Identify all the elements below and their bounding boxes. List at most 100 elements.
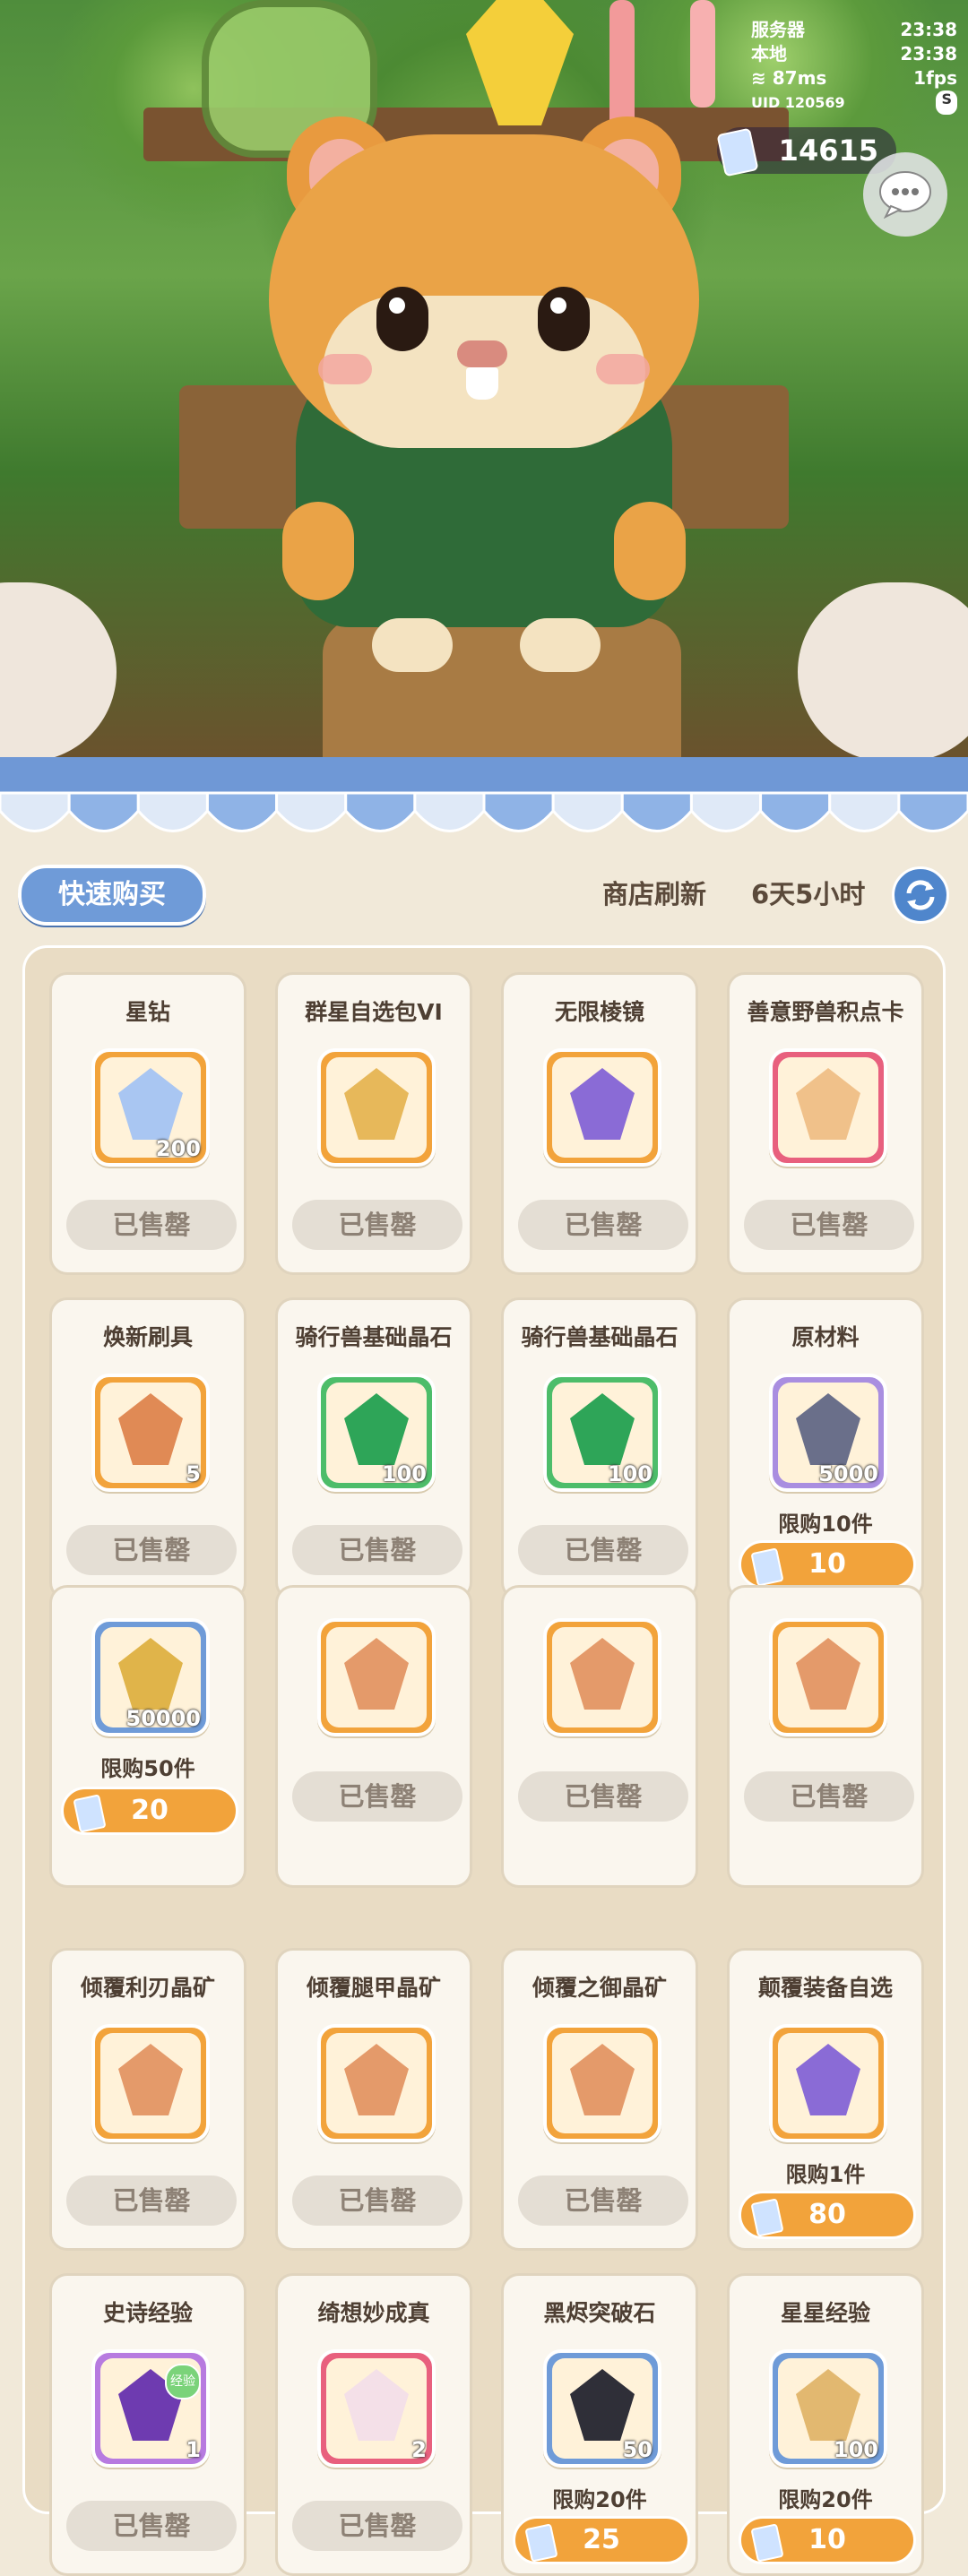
shop-item-card[interactable]: 善意野兽积点卡已售罄 xyxy=(727,972,924,1275)
buy-price-button[interactable]: 80 xyxy=(739,2191,916,2239)
sold-out-button: 已售罄 xyxy=(66,2501,237,2551)
item-icon-frame: 经验 1 xyxy=(91,2349,210,2468)
uid: UID 120569 xyxy=(751,94,845,111)
shop-item-card[interactable]: 无限棱镜 已售罄 xyxy=(501,972,698,1275)
server-time: 23:38 xyxy=(900,19,957,40)
chat-bubble-icon xyxy=(879,171,931,219)
item-icon-frame xyxy=(543,1618,661,1736)
buy-price-button[interactable]: 10 xyxy=(739,1540,916,1589)
hamster-tooth xyxy=(466,367,498,400)
shop-item-card[interactable]: 50000 限购50件 20 xyxy=(49,1585,246,1888)
item-quantity: 5 xyxy=(186,1461,201,1486)
item-icon-frame: 100 xyxy=(543,1374,661,1492)
purchase-limit: 限购50件 xyxy=(100,1756,195,1781)
awning-scallop xyxy=(0,791,71,832)
awning-scallop xyxy=(897,791,968,832)
item-name: 群星自选包VI xyxy=(305,999,443,1025)
shop-item-card[interactable]: 绮想妙成真 2 已售罄 xyxy=(275,2273,472,2576)
uid-badge: S xyxy=(936,90,957,115)
sold-out-button: 已售罄 xyxy=(66,1200,237,1250)
chat-button[interactable] xyxy=(863,152,947,237)
shop-item-card[interactable]: 骑行兽基础晶石 100 已售罄 xyxy=(275,1297,472,1600)
hamster-cheek xyxy=(318,354,372,384)
sold-out-button: 已售罄 xyxy=(518,1771,688,1822)
hamster-cheek xyxy=(596,354,650,384)
sold-out-button: 已售罄 xyxy=(518,1200,688,1250)
shop-refresh-label: 商店刷新 xyxy=(602,879,707,909)
test-tube xyxy=(609,0,635,134)
status-hud: 服务器 23:38 本地 23:38 ≋ 87ms 1fps UID 120569 S xyxy=(751,18,957,115)
shop-item-card[interactable]: 已售罄 xyxy=(275,1585,472,1888)
wifi-icon: ≋ xyxy=(751,67,773,89)
item-name: 倾覆腿甲晶矿 xyxy=(306,1975,441,2001)
price-value: 80 xyxy=(808,2199,846,2230)
ticket-icon xyxy=(750,1547,784,1587)
item-name: 原材料 xyxy=(791,1324,860,1350)
ticket-icon xyxy=(73,1794,107,1833)
shop-item-card[interactable]: 骑行兽基础晶石 100 已售罄 xyxy=(501,1297,698,1600)
item-name: 颠覆装备自选 xyxy=(757,1975,893,2001)
refresh-button[interactable] xyxy=(892,866,949,924)
local-time: 23:38 xyxy=(900,43,957,65)
buy-price-button[interactable]: 25 xyxy=(513,2516,690,2564)
hamster-eye xyxy=(538,287,590,351)
item-icon-frame xyxy=(543,1048,661,1167)
shop-item-card[interactable]: 倾覆之御晶矿已售罄 xyxy=(501,1948,698,2251)
item-quantity: 50 xyxy=(622,2437,653,2462)
sold-out-button: 已售罄 xyxy=(744,1200,914,1250)
test-tube xyxy=(690,0,715,108)
item-icon-frame xyxy=(769,1618,887,1736)
item-name: 善意野兽积点卡 xyxy=(747,999,904,1025)
sold-out-button: 已售罄 xyxy=(66,2175,237,2226)
sold-out-button: 已售罄 xyxy=(292,2175,462,2226)
item-name: 骑行兽基础晶石 xyxy=(295,1324,453,1350)
sold-out-button: 已售罄 xyxy=(292,1200,462,1250)
sold-out-button: 已售罄 xyxy=(744,1771,914,1822)
item-name: 星星经验 xyxy=(780,2300,870,2326)
quick-buy-button[interactable]: 快速购买 xyxy=(18,865,206,926)
item-name: 倾覆之御晶矿 xyxy=(532,1975,667,2001)
shop-item-card[interactable]: 倾覆腿甲晶矿已售罄 xyxy=(275,1948,472,2251)
shop-item-card[interactable]: 已售罄 xyxy=(501,1585,698,1888)
shop-item-card[interactable]: 黑烬突破石 50 限购20件 25 xyxy=(501,2273,698,2576)
shop-item-card[interactable]: 倾覆利刃晶矿已售罄 xyxy=(49,1948,246,2251)
shop-item-card[interactable]: 原材料 5000 限购10件 10 xyxy=(727,1297,924,1600)
currency-amount: 14615 xyxy=(778,134,878,168)
item-name: 焕新刷具 xyxy=(102,1324,193,1350)
item-icon-frame xyxy=(317,2024,436,2142)
item-name: 倾覆利刃晶矿 xyxy=(80,1975,215,2001)
hamster-eye xyxy=(376,287,428,351)
game-scene: 服务器 23:38 本地 23:38 ≋ 87ms 1fps UID 120569 S … xyxy=(0,0,968,788)
shop-item-card[interactable]: 史诗经验 经验 1 已售罄 xyxy=(49,2273,246,2576)
local-label: 本地 xyxy=(751,43,787,65)
buy-price-button[interactable]: 10 xyxy=(739,2516,916,2564)
item-name: 星钻 xyxy=(125,999,170,1025)
buy-price-button[interactable]: 20 xyxy=(61,1787,238,1835)
shop-item-card[interactable]: 颠覆装备自选 限购1件 80 xyxy=(727,1948,924,2251)
item-icon-frame xyxy=(317,1618,436,1736)
awning-scallop xyxy=(413,791,486,832)
shop-refresh-time: 6天5小时 xyxy=(751,879,866,909)
price-value: 10 xyxy=(808,2524,846,2555)
item-icon-frame xyxy=(543,2024,661,2142)
item-quantity: 1 xyxy=(186,2437,201,2462)
item-icon-frame: 2 xyxy=(317,2349,436,2468)
awning-scallop xyxy=(67,791,140,832)
item-icon-frame: 200 xyxy=(91,1048,210,1167)
price-value: 20 xyxy=(131,1795,169,1826)
price-value: 10 xyxy=(808,1548,846,1580)
awning-scallop xyxy=(759,791,832,832)
shop-item-card[interactable]: 焕新刷具 5 已售罄 xyxy=(49,1297,246,1600)
sold-out-button: 已售罄 xyxy=(518,2175,688,2226)
item-icon-frame: 50000 xyxy=(91,1618,210,1736)
shop-item-card[interactable]: 已售罄 xyxy=(727,1585,924,1888)
sold-out-button: 已售罄 xyxy=(518,1525,688,1575)
refresh-icon xyxy=(906,880,935,910)
shop-item-card[interactable]: 星星经验 100 限购20件 10 xyxy=(727,2273,924,2576)
awning-scallop xyxy=(275,791,348,832)
sold-out-button: 已售罄 xyxy=(292,1525,462,1575)
item-icon-frame: 5000 xyxy=(769,1374,887,1492)
shop-item-card[interactable]: 星钻 200 已售罄 xyxy=(49,972,246,1275)
item-icon-frame: 50 xyxy=(543,2349,661,2468)
shop-item-card[interactable]: 群星自选包VI 已售罄 xyxy=(275,972,472,1275)
